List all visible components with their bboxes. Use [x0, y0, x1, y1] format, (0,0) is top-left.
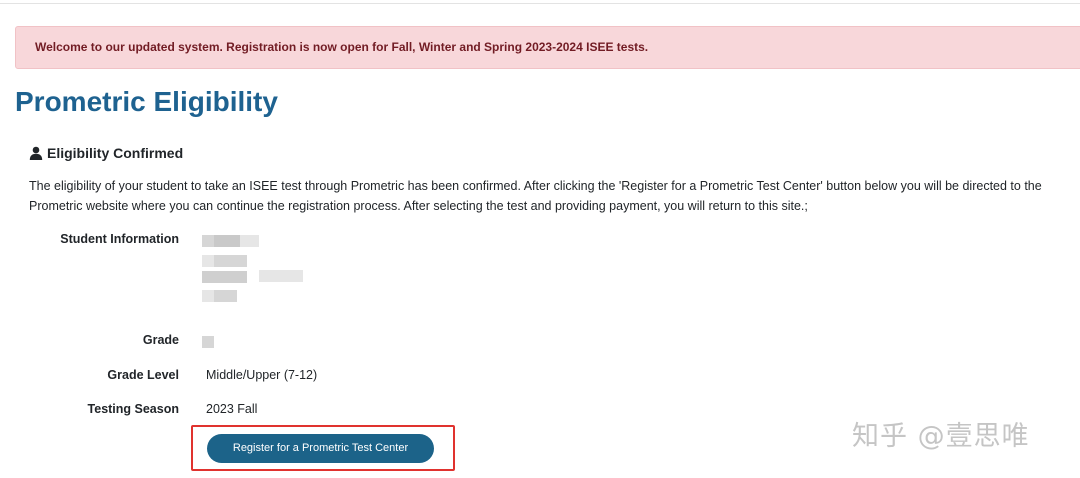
student-information-label: Student Information — [60, 232, 179, 246]
testing-season-value: 2023 Fall — [206, 402, 258, 416]
grade-label: Grade — [142, 333, 179, 347]
announcement-alert: Welcome to our updated system. Registrat… — [15, 26, 1080, 69]
section-title-text: Eligibility Confirmed — [47, 145, 184, 161]
redacted-block — [214, 255, 247, 267]
user-icon — [29, 146, 43, 160]
watermark: 知乎 @壹思唯 — [852, 421, 1030, 452]
redacted-block — [202, 290, 214, 302]
testing-season-label: Testing Season — [87, 402, 179, 416]
grade-level-label: Grade Level — [107, 368, 179, 382]
redacted-block — [240, 235, 259, 247]
redacted-block — [202, 235, 214, 247]
alert-message: Welcome to our updated system. Registrat… — [35, 40, 649, 54]
grade-value-redacted — [202, 336, 214, 348]
redacted-block — [202, 255, 214, 267]
grade-level-value: Middle/Upper (7-12) — [206, 368, 318, 382]
redacted-block — [214, 290, 237, 302]
section-title: Eligibility Confirmed — [29, 144, 183, 162]
top-divider — [0, 3, 1080, 4]
eligibility-description: The eligibility of your student to take … — [29, 179, 1042, 213]
redacted-block — [259, 270, 303, 282]
register-prometric-button[interactable]: Register for a Prometric Test Center — [207, 434, 434, 463]
redacted-block — [214, 235, 240, 247]
redacted-block — [202, 271, 247, 283]
page-title: Prometric Eligibility — [15, 86, 278, 117]
